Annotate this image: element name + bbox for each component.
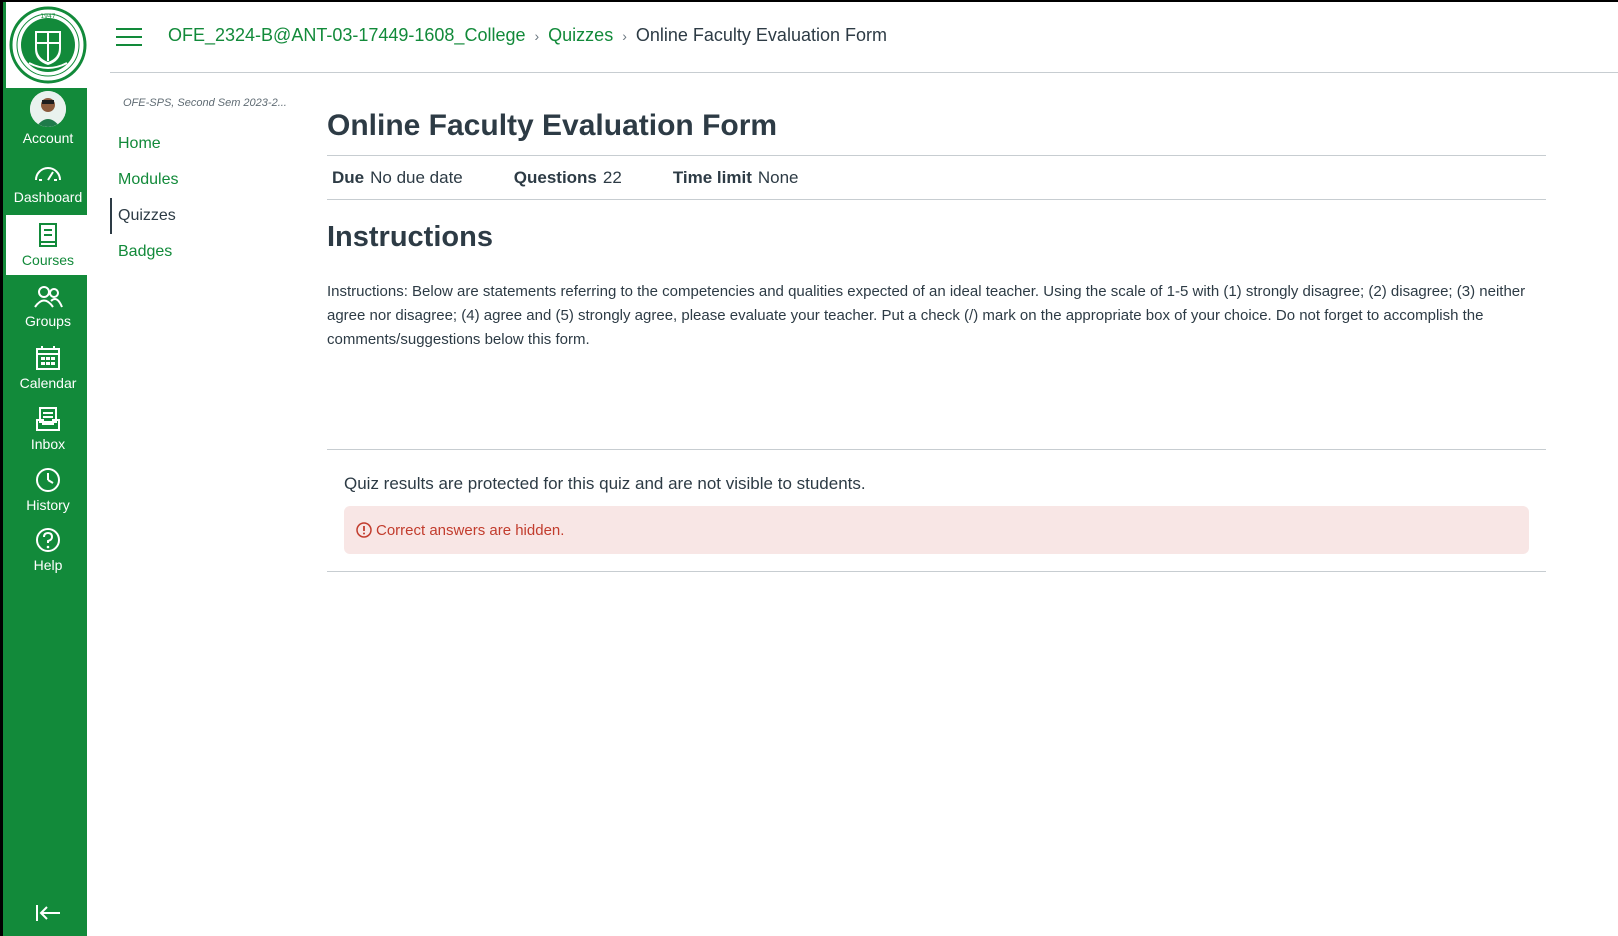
questions-label: Questions xyxy=(513,167,597,187)
school-logo[interactable]: 1947 xyxy=(6,2,90,88)
question-icon xyxy=(36,528,60,552)
course-nav-quizzes[interactable]: Quizzes xyxy=(110,198,300,234)
page-title: Online Faculty Evaluation Form xyxy=(327,109,778,142)
time-limit-label: Time limit xyxy=(672,167,752,187)
time-limit-value: None xyxy=(757,167,799,187)
breadcrumb-course-link[interactable]: OFE_2324-B@ANT-03-17449-1608_College xyxy=(168,25,526,46)
collapse-arrow-icon xyxy=(36,905,60,921)
nav-dashboard-label: Dashboard xyxy=(13,189,83,205)
nav-account-label: Account xyxy=(22,130,74,146)
page-header: OFE_2324-B@ANT-03-17449-1608_College › Q… xyxy=(110,2,1618,73)
due-value: No due date xyxy=(370,167,463,187)
section-divider xyxy=(327,571,1546,572)
breadcrumb: OFE_2324-B@ANT-03-17449-1608_College › Q… xyxy=(168,25,887,46)
chevron-right-icon: › xyxy=(534,27,540,44)
nav-dashboard[interactable]: Dashboard xyxy=(6,160,90,222)
time-limit-info: Time limit None xyxy=(673,168,799,188)
nav-help-label: Help xyxy=(33,557,63,573)
book-icon xyxy=(39,223,57,247)
nav-inbox[interactable]: Inbox xyxy=(6,405,90,467)
instructions-heading: Instructions xyxy=(327,221,493,253)
breadcrumb-quizzes-link[interactable]: Quizzes xyxy=(548,25,613,46)
app-frame: 1947 Account Dashboard Courses Groups Ca… xyxy=(0,2,1618,936)
questions-value: 22 xyxy=(602,167,622,187)
course-menu-toggle-button[interactable] xyxy=(116,28,142,48)
clock-icon xyxy=(36,468,60,492)
nav-calendar[interactable]: Calendar xyxy=(6,344,90,406)
course-nav-badges[interactable]: Badges xyxy=(110,234,300,270)
gauge-icon xyxy=(35,167,61,181)
logo-year: 1947 xyxy=(40,13,55,20)
quiz-details: Due No due date Questions 22 Time limit Non… xyxy=(327,155,1546,200)
course-term: OFE-SPS, Second Sem 2023-2... xyxy=(123,97,287,109)
calendar-icon xyxy=(36,346,60,370)
nav-courses[interactable]: Courses xyxy=(6,215,90,275)
section-divider xyxy=(327,449,1546,450)
course-nav: OFE-SPS, Second Sem 2023-2... Home Modul… xyxy=(110,73,300,270)
global-nav: 1947 Account Dashboard Courses Groups Ca… xyxy=(0,2,90,936)
nav-groups[interactable]: Groups xyxy=(6,284,90,346)
nav-inbox-label: Inbox xyxy=(30,436,66,452)
nav-history[interactable]: History xyxy=(6,466,90,528)
answers-hidden-alert: Correct answers are hidden. xyxy=(344,506,1529,554)
quiz-content: Online Faculty Evaluation Form Due No due… xyxy=(327,73,1546,572)
nav-account[interactable]: Account xyxy=(6,91,90,153)
people-icon xyxy=(34,286,63,308)
nav-calendar-label: Calendar xyxy=(19,375,77,391)
results-protected-message: Quiz results are protected for this quiz… xyxy=(344,474,866,493)
nav-help[interactable]: Help xyxy=(6,526,90,588)
inbox-icon xyxy=(36,407,60,431)
collapse-nav-button[interactable] xyxy=(6,890,90,936)
due-info: Due No due date xyxy=(332,168,463,188)
hamburger-icon xyxy=(116,28,142,30)
breadcrumb-current: Online Faculty Evaluation Form xyxy=(635,25,887,45)
nav-courses-label: Courses xyxy=(21,252,75,268)
alert-text: Correct answers are hidden. xyxy=(376,521,565,539)
chevron-right-icon: › xyxy=(622,27,627,44)
questions-info: Questions 22 xyxy=(514,168,622,188)
course-nav-home[interactable]: Home xyxy=(110,126,300,162)
warning-icon xyxy=(356,522,372,538)
course-nav-modules[interactable]: Modules xyxy=(110,162,300,198)
instructions-text: Instructions: Below are statements refer… xyxy=(327,283,1526,348)
nav-groups-label: Groups xyxy=(25,313,71,329)
due-label: Due xyxy=(332,167,365,187)
nav-history-label: History xyxy=(26,497,70,513)
user-avatar xyxy=(30,91,66,127)
